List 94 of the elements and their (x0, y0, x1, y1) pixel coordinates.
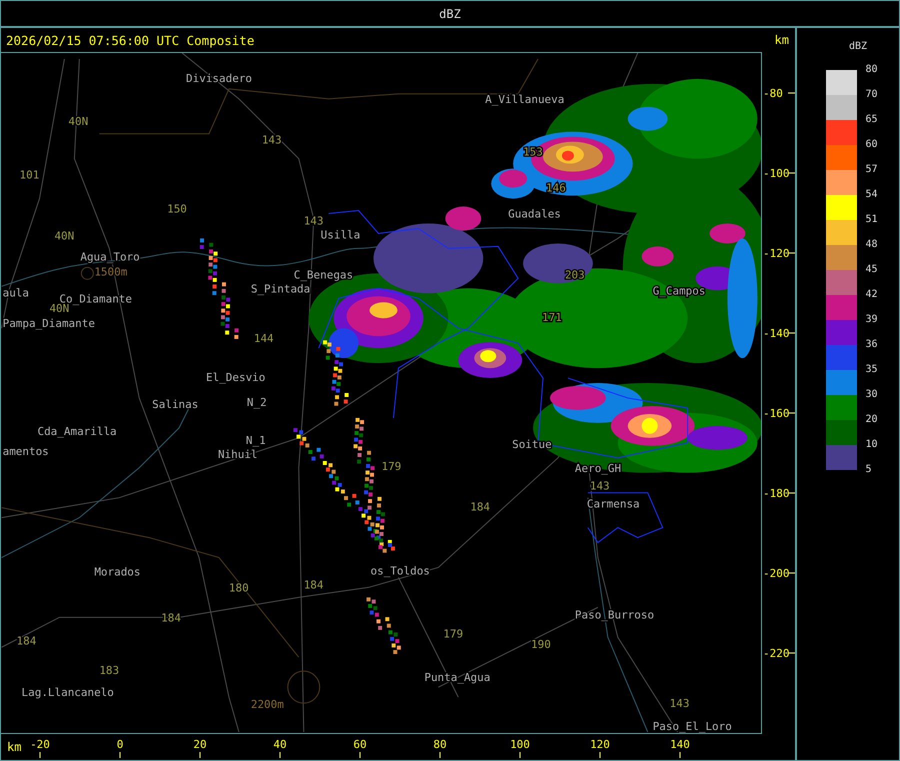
place-label: El_Desvio (206, 371, 266, 384)
route-number-label: 184 (161, 611, 181, 624)
x-axis-tick-label: 40 (273, 738, 287, 751)
legend-label: 60 (865, 138, 878, 152)
place-label: Soitue (512, 438, 552, 451)
legend-label: 30 (865, 388, 878, 402)
place-label: S_Pintada (250, 282, 310, 296)
x-axis-tick-label: 0 (116, 738, 124, 751)
x-axis-tick-label: 20 (193, 738, 207, 751)
elevation-label: 2200m (250, 698, 284, 712)
place-label: G_Campos (652, 284, 706, 298)
legend-label: 42 (865, 288, 878, 302)
x-axis-tick-label: -20 (30, 738, 50, 751)
place-label: os_Toldos (370, 564, 430, 578)
route-number-label: 203 (564, 268, 585, 282)
x-axis-tick-label: 140 (670, 738, 690, 751)
legend-label: 48 (865, 238, 878, 252)
route-number-label: 101 (20, 168, 40, 182)
place-label: N_2 (246, 396, 267, 409)
y-axis-tick (788, 332, 795, 334)
route-number-label: 190 (531, 638, 551, 652)
legend-label: 10 (865, 438, 878, 452)
legend-label: 35 (865, 363, 878, 377)
place-label: Salinas (152, 398, 198, 411)
place-label: amentos (2, 444, 49, 458)
legend-label: 54 (865, 188, 878, 202)
route-number-label: 180 (228, 581, 249, 594)
place-label: N_1 (246, 434, 266, 447)
elevation-label: 1500m (94, 265, 128, 278)
y-axis-tick (788, 92, 795, 94)
legend-label: 39 (865, 313, 878, 327)
place-label: Pampa_Diamante (2, 317, 95, 330)
place-label: Agua_Toro (80, 250, 140, 264)
legend-label: 80 (865, 63, 878, 77)
route-number-label: 184 (470, 500, 490, 514)
y-axis-tick-label: -160 (763, 407, 790, 420)
route-number-label: 143 (262, 134, 282, 147)
x-axis-tick-label: 60 (353, 738, 367, 751)
x-axis-unit-label: km (7, 740, 22, 754)
y-axis-tick-label: -80 (763, 87, 783, 100)
route-number-label: 184 (16, 634, 36, 648)
y-axis-tick (788, 172, 795, 174)
unit-label: km (774, 33, 789, 47)
y-axis-tick-label: -180 (763, 487, 790, 500)
route-number-label: 40N (54, 229, 74, 242)
y-axis-tick (788, 652, 795, 654)
route-number-label: 143 (304, 214, 324, 228)
place-label: Usilla (320, 228, 360, 242)
timestamp-label: 2026/02/15 07:56:00 UTC Composite (6, 32, 254, 48)
y-axis-tick (788, 492, 795, 494)
place-label: Lag.Llancanelo (22, 686, 114, 700)
window-title: dBZ (439, 6, 461, 20)
route-number-label: 179 (382, 460, 402, 473)
legend-label: 45 (865, 263, 878, 277)
route-number-label: 143 (670, 697, 690, 710)
legend-label: 65 (865, 113, 878, 127)
route-number-label: 183 (99, 664, 120, 678)
route-number-label: 143 (590, 480, 610, 493)
y-axis-tick-label: -120 (763, 247, 790, 260)
route-number-label: 179 (443, 627, 464, 640)
x-axis-tick-label: 80 (433, 738, 447, 751)
y-axis-tick (788, 252, 795, 254)
place-label: Punta_Agua (424, 671, 490, 684)
place-label: A_Villanueva (485, 92, 564, 106)
y-axis-tick (788, 412, 795, 414)
route-number-label: 184 (304, 578, 324, 592)
route-number-label: 144 (254, 332, 274, 346)
place-label: Nihuil (218, 448, 258, 461)
place-label: Guadales (508, 208, 561, 221)
place-label: Morados (94, 565, 141, 578)
x-axis-tick-label: 120 (590, 738, 610, 751)
y-axis-tick-label: -220 (763, 647, 790, 660)
y-axis-tick-label: -100 (763, 167, 790, 180)
legend-label: 20 (865, 413, 878, 427)
y-axis-tick-label: -140 (763, 327, 790, 340)
legend-label: 70 (865, 88, 878, 102)
place-label: aula (2, 286, 29, 300)
route-number-label: 40N (68, 114, 88, 128)
place-label: Cda_Amarilla (38, 424, 117, 438)
place-label: C_Benegas (294, 268, 354, 282)
legend-label: 57 (865, 163, 878, 177)
x-axis-tick-label: 100 (510, 738, 530, 751)
route-number-label: 171 (542, 311, 562, 324)
route-number-label: 146 (546, 182, 566, 195)
place-label: Divisadero (186, 72, 252, 85)
y-axis-tick-label: -200 (763, 567, 790, 580)
legend-label: 51 (865, 213, 878, 227)
legend-label: 5 (865, 463, 872, 477)
route-number-label: 150 (167, 202, 187, 216)
y-axis-tick (788, 572, 795, 574)
legend-label: 36 (865, 338, 878, 352)
legend-title: dBZ (848, 41, 868, 52)
place-label: Aero_GH (574, 462, 622, 475)
place-label: Paso_El_Loro (652, 720, 732, 733)
